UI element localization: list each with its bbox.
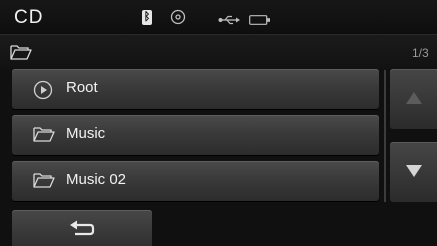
play-circle-icon xyxy=(33,80,53,105)
folder-icon xyxy=(10,44,32,65)
path-bar: 1/3 xyxy=(0,34,437,69)
scroll-down-button[interactable] xyxy=(390,142,437,202)
list-item-label: Music 02 xyxy=(66,171,127,188)
usb-icon xyxy=(218,12,240,30)
media-screen: CD ᛒ 1/3 Root Music Music 02 xyxy=(0,0,437,246)
battery-icon xyxy=(249,12,271,30)
bluetooth-icon: ᛒ xyxy=(142,10,152,25)
status-bar: CD ᛒ xyxy=(0,0,437,34)
folder-icon xyxy=(33,172,55,193)
list-item-music-02[interactable]: Music 02 xyxy=(12,161,379,201)
scroll-up-button[interactable] xyxy=(390,69,437,129)
triangle-up-icon xyxy=(406,92,422,104)
list-item-label: Root xyxy=(66,79,98,96)
list-item-root[interactable]: Root xyxy=(12,69,379,109)
source-title: CD xyxy=(14,7,44,28)
back-button[interactable] xyxy=(12,210,152,246)
page-count: 1/3 xyxy=(412,46,429,60)
back-arrow-icon xyxy=(70,220,95,236)
triangle-down-icon xyxy=(406,165,422,177)
scroll-divider xyxy=(384,70,386,202)
folder-icon xyxy=(33,126,55,147)
list-item-music[interactable]: Music xyxy=(12,115,379,155)
list-item-label: Music xyxy=(66,125,106,142)
disc-icon xyxy=(170,9,186,30)
